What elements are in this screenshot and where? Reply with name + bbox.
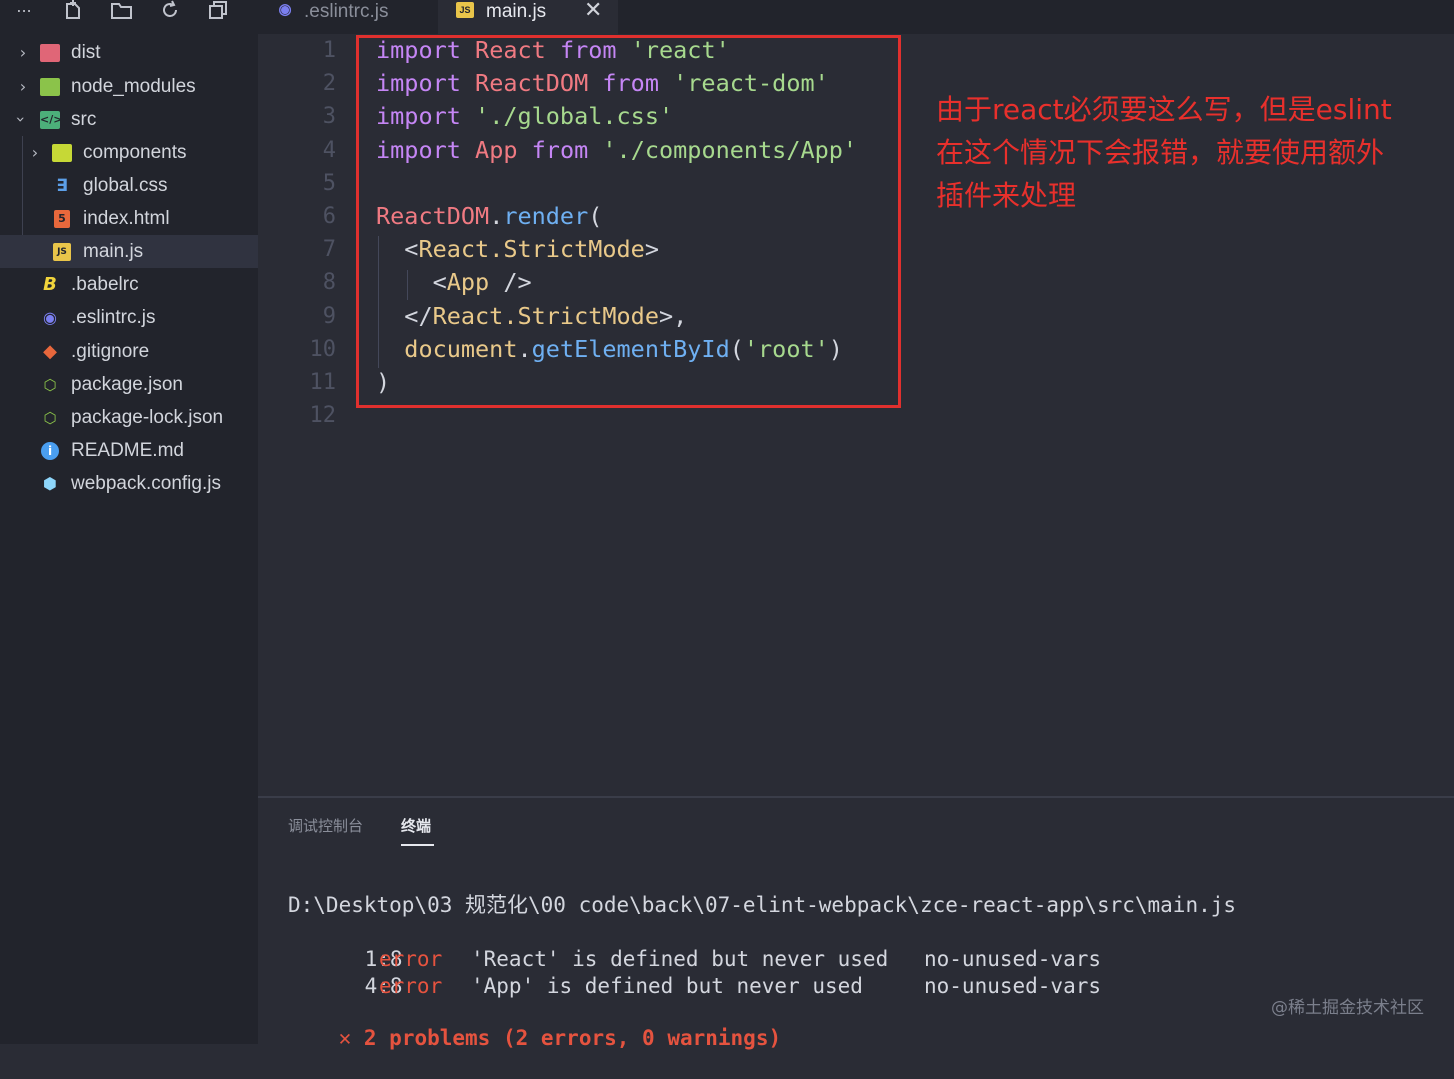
tree-item-readme[interactable]: i README.md [0,434,258,467]
tree-item-components[interactable]: › components [0,136,258,169]
tree-item-src[interactable]: › </> src [0,103,258,136]
line-number: 4 [322,137,336,163]
tree-item-package-lock-json[interactable]: ⬡ package-lock.json [0,401,258,434]
highlight-box [356,35,901,408]
tree-item-main-js[interactable]: JS main.js [0,235,258,268]
tab-main-js[interactable]: JS main.js ✕ [438,0,618,34]
error-rule: no-unused-vars [924,974,1102,998]
line-number: 12 [309,403,337,429]
error-message: 'App' is defined but never used [471,974,863,998]
line-number: 10 [309,336,337,362]
eslint-file-icon: ◉ [278,1,292,18]
tree-item-label: .gitignore [71,341,150,362]
line-number: 8 [322,270,336,296]
tree-item-index-html[interactable]: 5 index.html [0,202,258,235]
git-file-icon: ◆ [43,341,57,362]
babel-file-icon: B [43,274,57,295]
tree-item-label: .babelrc [71,274,139,295]
close-icon[interactable]: ✕ [584,0,602,22]
tree-item-dist[interactable]: › dist [0,36,258,69]
collapse-all-icon[interactable] [206,0,230,24]
error-message: 'React' is defined but never used [471,947,889,971]
new-file-icon[interactable] [62,0,86,24]
annotation-line: 插件来处理 [936,179,1077,212]
file-explorer-sidebar: ... › dist › node_modules › </> src › co… [0,0,258,1044]
folder-src-icon: </> [40,111,62,129]
chevron-right-icon: › [31,143,39,162]
tree-item-label: components [83,142,187,163]
more-actions-button[interactable]: ... [14,0,34,20]
tree-item-label: main.js [83,241,144,262]
chevron-down-icon: › [11,116,31,123]
folder-components-icon [52,144,72,162]
tree-item-label: package.json [71,374,183,395]
refresh-icon[interactable] [158,0,182,24]
line-number: 7 [322,237,336,263]
error-level: error [379,974,443,998]
tree-item-package-json[interactable]: ⬡ package.json [0,368,258,401]
annotation-line: 由于react必须要这么写，但是eslint [936,93,1392,126]
terminal-path: D:\Desktop\03 规范化\00 code\back\07-elint-… [288,893,1237,917]
nodejs-file-icon: ⬡ [43,376,57,394]
html-file-icon: 5 [54,210,70,228]
new-folder-icon[interactable] [110,0,134,24]
annotation-line: 在这个情况下会报错，就要使用额外 [936,136,1385,169]
explorer-toolbar: ... [0,0,258,34]
terminal-summary: ✕ 2 problems (2 errors, 0 warnings) [288,998,782,1079]
line-number: 5 [322,170,336,196]
line-number: 9 [322,303,336,329]
line-number: 2 [322,71,336,97]
chevron-right-icon: › [19,77,27,96]
editor-tab-bar: ◉ .eslintrc.js JS main.js ✕ [258,0,1454,34]
chevron-right-icon: › [19,43,27,62]
tree-item-label: src [71,109,97,130]
tree-item-node-modules[interactable]: › node_modules [0,70,258,103]
info-file-icon: i [41,442,59,460]
tree-item-label: global.css [83,175,168,196]
error-rule: no-unused-vars [924,947,1102,971]
summary-text: 2 problems (2 errors, 0 warnings) [363,1026,782,1050]
active-tab-indicator [401,844,434,846]
tab-label: main.js [486,1,547,22]
tree-item-global-css[interactable]: ∃ global.css [0,169,258,202]
line-number: 11 [309,370,337,395]
tree-item-label: README.md [71,440,184,461]
watermark: @稀土掘金技术社区 [1271,998,1424,1018]
folder-dist-icon [40,44,60,62]
tree-item-label: package-lock.json [71,407,224,428]
tab-eslintrc[interactable]: ◉ .eslintrc.js [258,0,438,34]
tree-item-label: node_modules [71,76,196,97]
tree-item-label: dist [71,42,101,63]
tree-item-label: .eslintrc.js [71,307,156,328]
tab-terminal[interactable]: 终端 [401,816,431,836]
tree-item-babelrc[interactable]: B .babelrc [0,268,258,301]
error-x-icon: ✕ [338,1026,352,1050]
css-file-icon: ∃ [56,176,68,196]
tree-item-gitignore[interactable]: ◆ .gitignore [0,335,258,368]
tree-item-label: index.html [83,208,170,229]
js-file-icon: JS [53,243,71,261]
line-number: 6 [322,204,336,229]
nodejs-file-icon: ⬡ [43,409,57,427]
tree-item-eslintrc[interactable]: ◉ .eslintrc.js [0,301,258,334]
tree-item-webpack-config[interactable]: ⬢ webpack.config.js [0,467,258,500]
eslint-file-icon: ◉ [43,308,57,327]
webpack-file-icon: ⬢ [43,474,57,493]
line-number: 3 [322,104,336,130]
tab-label: .eslintrc.js [304,1,389,22]
tab-debug-console[interactable]: 调试控制台 [288,816,363,836]
line-number: 1 [322,38,336,63]
folder-node-icon [40,78,60,96]
annotation-note: 由于react必须要这么写，但是eslint 在这个情况下会报错，就要使用额外 … [936,88,1436,217]
tree-item-label: webpack.config.js [71,473,221,494]
js-file-icon: JS [456,2,474,18]
